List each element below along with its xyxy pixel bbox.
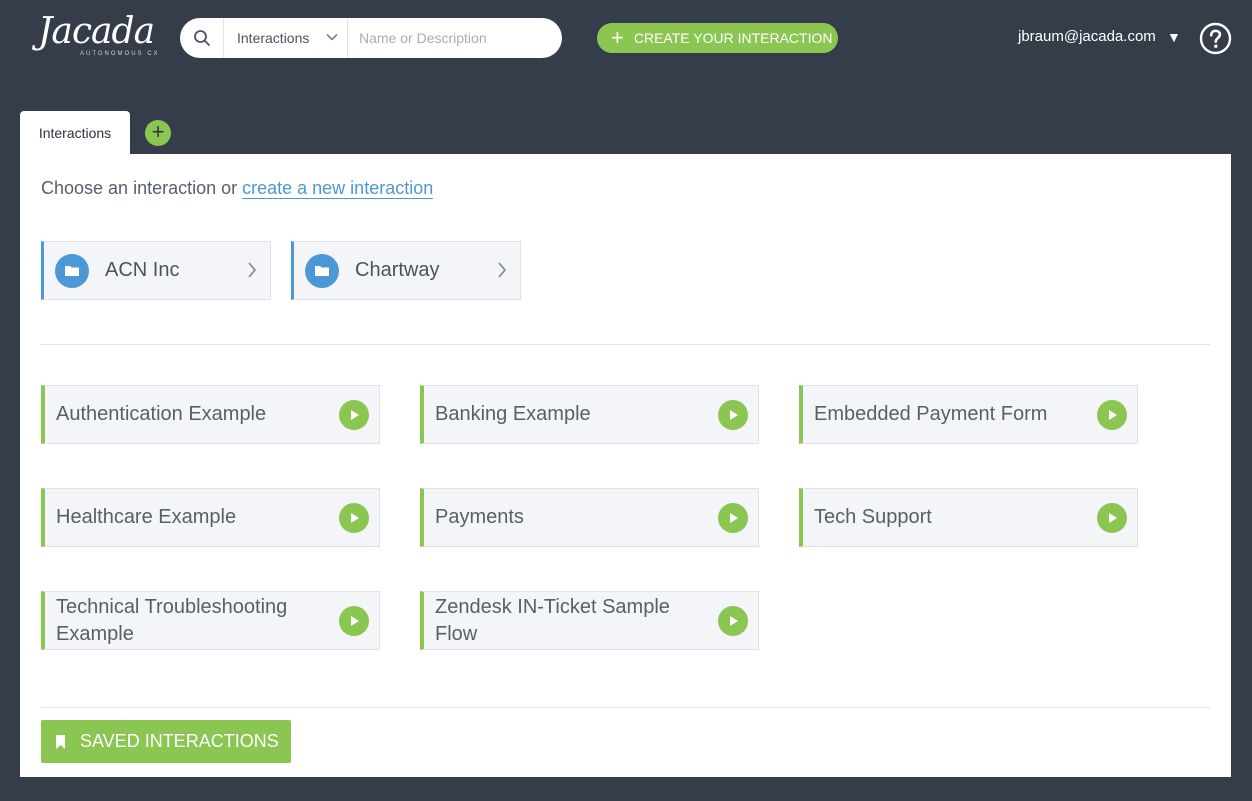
main-panel: Choose an interaction or create a new in… <box>20 154 1231 777</box>
jacada-logo[interactable]: Jacada AUTONOMOUS CX <box>38 12 158 62</box>
interaction-label: Embedded Payment Form <box>814 403 1048 425</box>
saved-interactions-button[interactable]: SAVED INTERACTIONS <box>41 720 291 763</box>
interaction-label: Tech Support <box>814 506 932 528</box>
help-icon[interactable] <box>1199 22 1232 55</box>
section-divider <box>41 344 1210 345</box>
saved-interactions-label: SAVED INTERACTIONS <box>80 731 279 751</box>
folder-acn-inc[interactable]: ACN Inc <box>41 241 271 300</box>
chevron-down-icon <box>326 33 338 41</box>
play-icon[interactable] <box>339 503 369 533</box>
plus-icon: + <box>611 25 624 50</box>
interaction-label: Authentication Example <box>56 403 267 425</box>
intro-label: Choose an interaction or <box>41 178 243 198</box>
play-icon[interactable] <box>718 400 748 430</box>
section-divider <box>41 707 1210 708</box>
interaction-label: Banking Example <box>435 403 591 425</box>
search-scope-value: Interactions <box>237 30 310 46</box>
intro-text: Choose an interaction or create a new in… <box>41 178 434 199</box>
chevron-right-icon <box>498 262 507 278</box>
interaction-label: Healthcare Example <box>56 506 237 528</box>
logo-subtext: AUTONOMOUS CX <box>80 51 160 57</box>
interaction-card-zendesk[interactable]: Zendesk IN-Ticket Sample Flow <box>420 591 759 650</box>
search-input[interactable] <box>348 18 562 58</box>
interaction-card-authentication[interactable]: Authentication Example <box>41 385 380 444</box>
folder-label: Chartway <box>355 259 440 281</box>
play-icon[interactable] <box>339 606 369 636</box>
add-tab-button[interactable]: + <box>145 120 171 146</box>
interaction-card-banking[interactable]: Banking Example <box>420 385 759 444</box>
folder-icon <box>55 253 89 288</box>
user-email[interactable]: jbraum@jacada.com <box>1018 28 1156 45</box>
play-icon[interactable] <box>1097 503 1127 533</box>
interaction-card-technical-troubleshooting[interactable]: Technical Troubleshooting Example <box>41 591 380 650</box>
create-new-interaction-link[interactable]: create a new interaction <box>242 178 434 199</box>
create-interaction-label: CREATE YOUR INTERACTION <box>633 30 833 46</box>
play-icon[interactable] <box>1097 400 1127 430</box>
search-bar: Interactions <box>180 18 562 58</box>
tab-interactions-label: Interactions <box>38 125 112 141</box>
create-interaction-button[interactable]: + CREATE YOUR INTERACTION <box>597 23 838 53</box>
bookmark-icon <box>56 734 65 749</box>
search-icon[interactable] <box>180 18 224 58</box>
folder-label: ACN Inc <box>105 259 180 281</box>
play-icon[interactable] <box>339 400 369 430</box>
chevron-right-icon <box>248 262 257 278</box>
play-icon[interactable] <box>718 503 748 533</box>
user-menu-caret-icon[interactable]: ▼ <box>1167 29 1181 45</box>
interaction-card-embedded-payment[interactable]: Embedded Payment Form <box>799 385 1138 444</box>
folder-chartway[interactable]: Chartway <box>291 241 521 300</box>
interaction-label: Payments <box>435 506 524 528</box>
interaction-card-payments[interactable]: Payments <box>420 488 759 547</box>
interaction-label: Technical Troubleshooting Example <box>56 595 288 645</box>
search-scope-select[interactable]: Interactions <box>224 18 348 58</box>
interaction-label: Zendesk IN-Ticket Sample Flow <box>435 595 670 645</box>
plus-icon: + <box>151 119 165 144</box>
tab-interactions[interactable]: Interactions <box>20 111 130 155</box>
interaction-card-healthcare[interactable]: Healthcare Example <box>41 488 380 547</box>
folder-icon <box>305 253 339 288</box>
logo-text: Jacada <box>38 11 155 52</box>
play-icon[interactable] <box>718 606 748 636</box>
interaction-card-tech-support[interactable]: Tech Support <box>799 488 1138 547</box>
